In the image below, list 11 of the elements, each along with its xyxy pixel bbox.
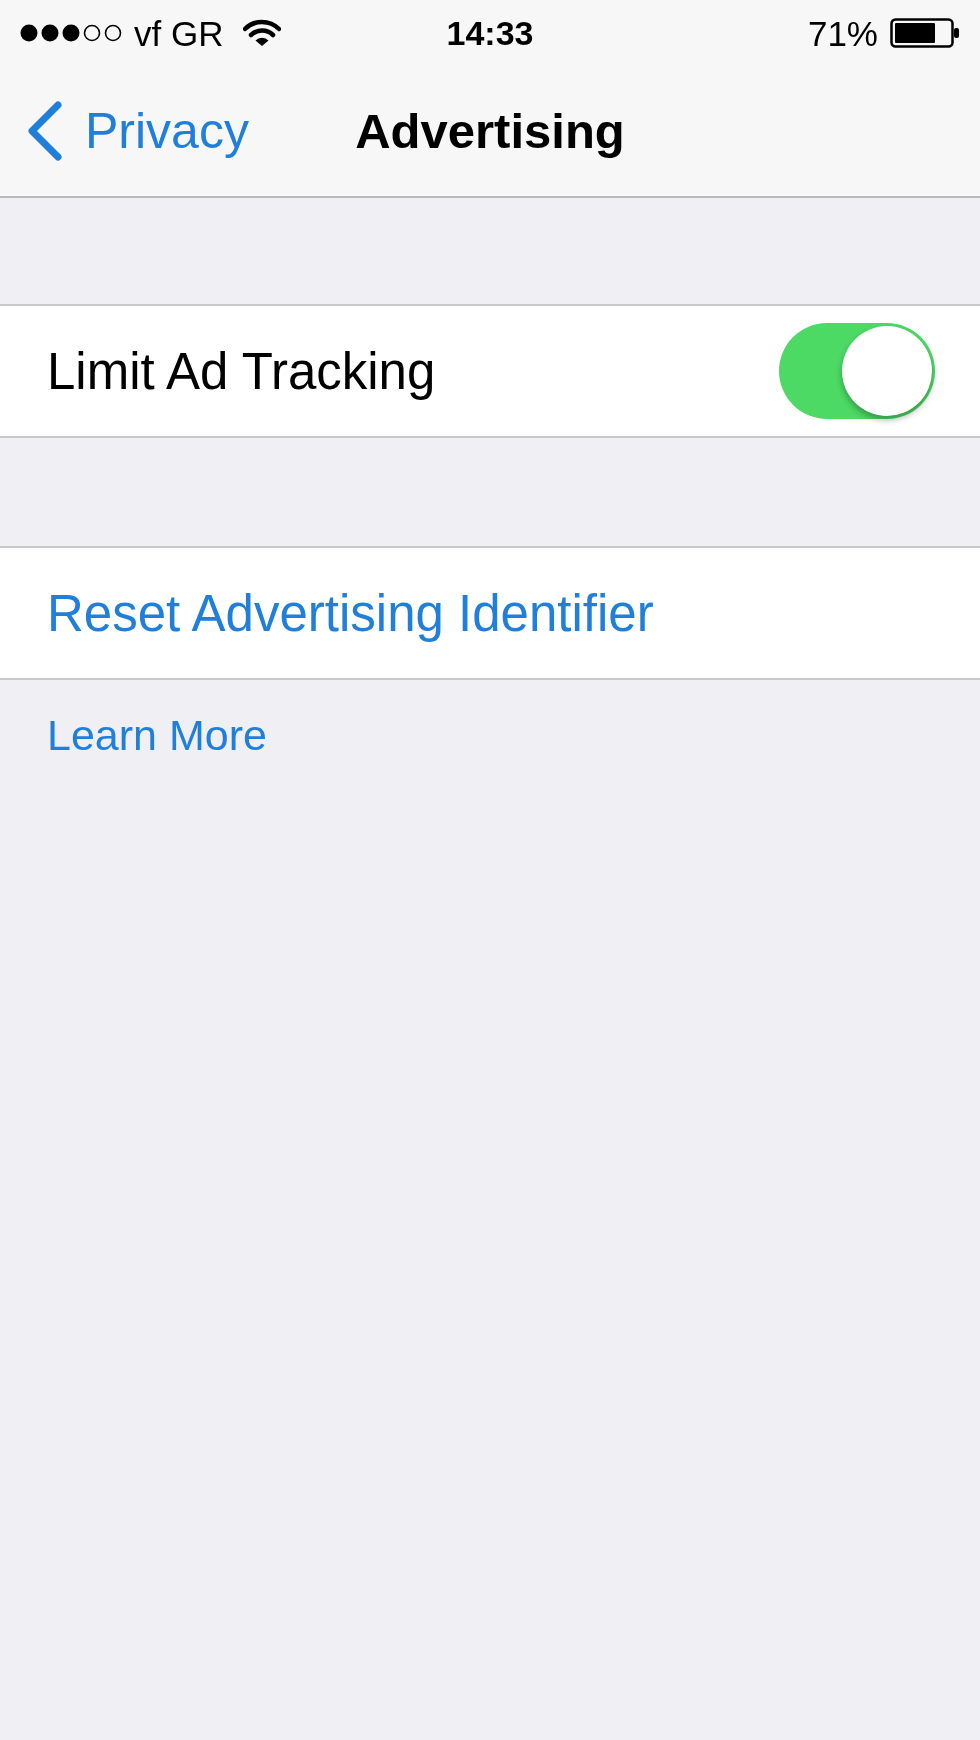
signal-strength-icon — [20, 24, 122, 42]
clock-time: 14:33 — [446, 16, 534, 50]
page-title: Advertising — [355, 106, 625, 156]
reset-identifier-button[interactable]: Reset Advertising Identifier — [0, 546, 980, 680]
wifi-icon — [243, 19, 282, 47]
battery-icon — [890, 18, 960, 48]
carrier-name: vf GR — [134, 15, 224, 51]
back-button[interactable]: Privacy — [25, 101, 249, 161]
back-chevron-icon — [25, 101, 63, 161]
battery-percentage: 71% — [807, 15, 878, 51]
learn-more-link[interactable]: Learn More — [47, 714, 267, 757]
